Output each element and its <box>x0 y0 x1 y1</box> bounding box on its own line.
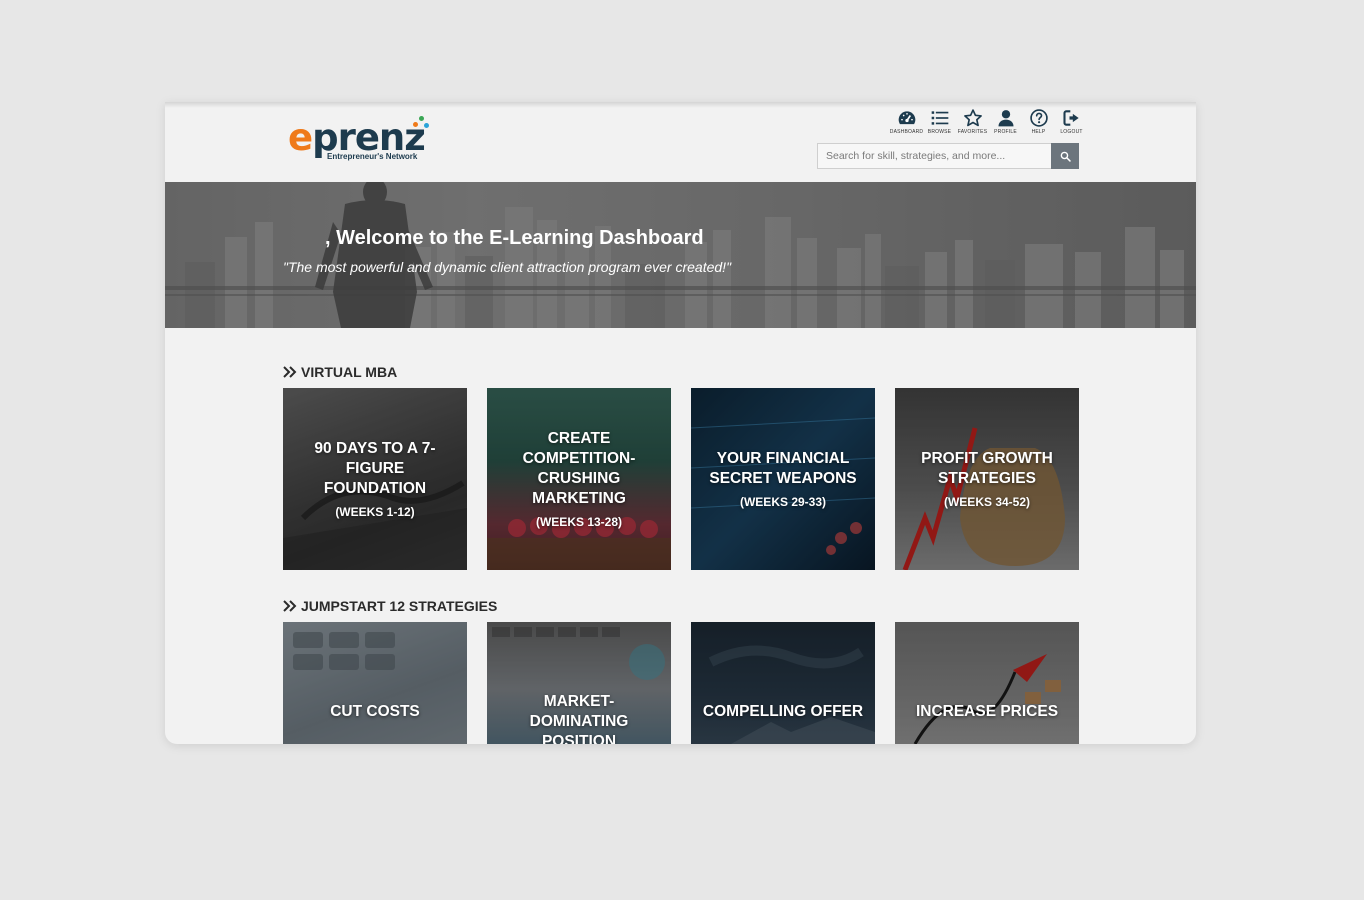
double-chevron-right-icon <box>283 366 297 378</box>
section-heading-jumpstart: JUMPSTART 12 STRATEGIES <box>283 598 497 614</box>
search-button[interactable] <box>1051 143 1079 169</box>
section-heading-virtual-mba: VIRTUAL MBA <box>283 364 397 380</box>
nav-favorites[interactable]: FAVORITES <box>956 108 989 135</box>
card-title: INCREASE PRICES <box>915 703 1059 720</box>
logo-e: e <box>288 116 313 159</box>
virtual-mba-cards: 90 DAYS TO A 7-FIGURE FOUNDATION (WEEKS … <box>283 388 1079 570</box>
card-title: COMPELLING OFFER <box>702 703 864 720</box>
card-shade <box>895 622 1079 744</box>
app-window: eprenz Entrepreneur's Network DASHBOARD <box>165 102 1196 744</box>
search-bar <box>817 143 1079 169</box>
hero-subtitle: "The most powerful and dynamic client at… <box>283 259 732 275</box>
question-circle-icon <box>1029 109 1048 127</box>
top-nav: DASHBOARD BROWSE FAVORITES PROFILE HELP … <box>890 108 1088 135</box>
card-subtitle: (WEEKS 1-12) <box>335 505 415 519</box>
nav-label: DASHBOARD <box>889 129 924 135</box>
card-title: PROFIT GROWTH STRATEGIES <box>921 450 1053 487</box>
card-subtitle: (WEEKS 29-33) <box>739 495 827 509</box>
section-heading-label: JUMPSTART 12 STRATEGIES <box>301 598 498 614</box>
double-chevron-right-icon <box>283 600 297 612</box>
dashboard-gauge-icon <box>898 111 915 125</box>
strategy-card-cut-costs[interactable]: CUT COSTS <box>283 622 467 744</box>
card-title: YOUR FINANCIAL SECRET WEAPONS <box>709 450 857 487</box>
star-icon <box>963 109 982 127</box>
card-title: CUT COSTS <box>330 703 420 720</box>
user-icon <box>998 110 1013 127</box>
course-card-90-days[interactable]: 90 DAYS TO A 7-FIGURE FOUNDATION (WEEKS … <box>283 388 467 570</box>
brand-logo[interactable]: eprenz Entrepreneur's Network <box>288 116 448 166</box>
logout-icon <box>1062 110 1079 126</box>
hero-banner: , Welcome to the E-Learning Dashboard "T… <box>165 182 1196 328</box>
list-icon <box>931 111 948 125</box>
nav-label: BROWSE <box>927 129 952 135</box>
nav-dashboard[interactable]: DASHBOARD <box>890 108 923 135</box>
card-title: CREATE COMPETITION-CRUSHING MARKETING <box>522 430 636 507</box>
card-shade <box>283 622 467 744</box>
nav-browse[interactable]: BROWSE <box>923 108 956 135</box>
card-shade <box>691 622 875 744</box>
nav-label: HELP <box>1031 129 1046 135</box>
jumpstart-cards: CUT COSTS MARKET-DOMINATING POSITION COM… <box>283 622 1079 744</box>
nav-label: LOGOUT <box>1060 129 1083 135</box>
nav-label: PROFILE <box>994 129 1017 135</box>
card-subtitle: (WEEKS 34-52) <box>943 495 1031 509</box>
header: eprenz Entrepreneur's Network DASHBOARD <box>165 102 1196 182</box>
card-title: 90 DAYS TO A 7-FIGURE FOUNDATION <box>314 440 436 497</box>
logo-dots-icon <box>409 116 429 136</box>
strategy-card-compelling-offer[interactable]: COMPELLING OFFER <box>691 622 875 744</box>
course-card-financial[interactable]: YOUR FINANCIAL SECRET WEAPONS (WEEKS 29-… <box>691 388 875 570</box>
hero-title: , Welcome to the E-Learning Dashboard <box>325 227 704 249</box>
nav-label: FAVORITES <box>957 129 988 135</box>
search-icon <box>1060 151 1071 162</box>
section-heading-label: VIRTUAL MBA <box>301 364 398 380</box>
nav-help[interactable]: HELP <box>1022 108 1055 135</box>
card-title: MARKET-DOMINATING POSITION <box>529 693 629 744</box>
hero-overlay <box>165 182 1196 328</box>
course-card-profit-growth[interactable]: PROFIT GROWTH STRATEGIES (WEEKS 34-52) <box>895 388 1079 570</box>
strategy-card-market-position[interactable]: MARKET-DOMINATING POSITION <box>487 622 671 744</box>
course-card-marketing[interactable]: CREATE COMPETITION-CRUSHING MARKETING (W… <box>487 388 671 570</box>
logo-tagline: Entrepreneur's Network <box>327 152 418 161</box>
strategy-card-increase-prices[interactable]: INCREASE PRICES <box>895 622 1079 744</box>
search-input[interactable] <box>817 143 1051 169</box>
nav-logout[interactable]: LOGOUT <box>1055 108 1088 135</box>
card-subtitle: (WEEKS 13-28) <box>535 515 623 529</box>
nav-profile[interactable]: PROFILE <box>989 108 1022 135</box>
